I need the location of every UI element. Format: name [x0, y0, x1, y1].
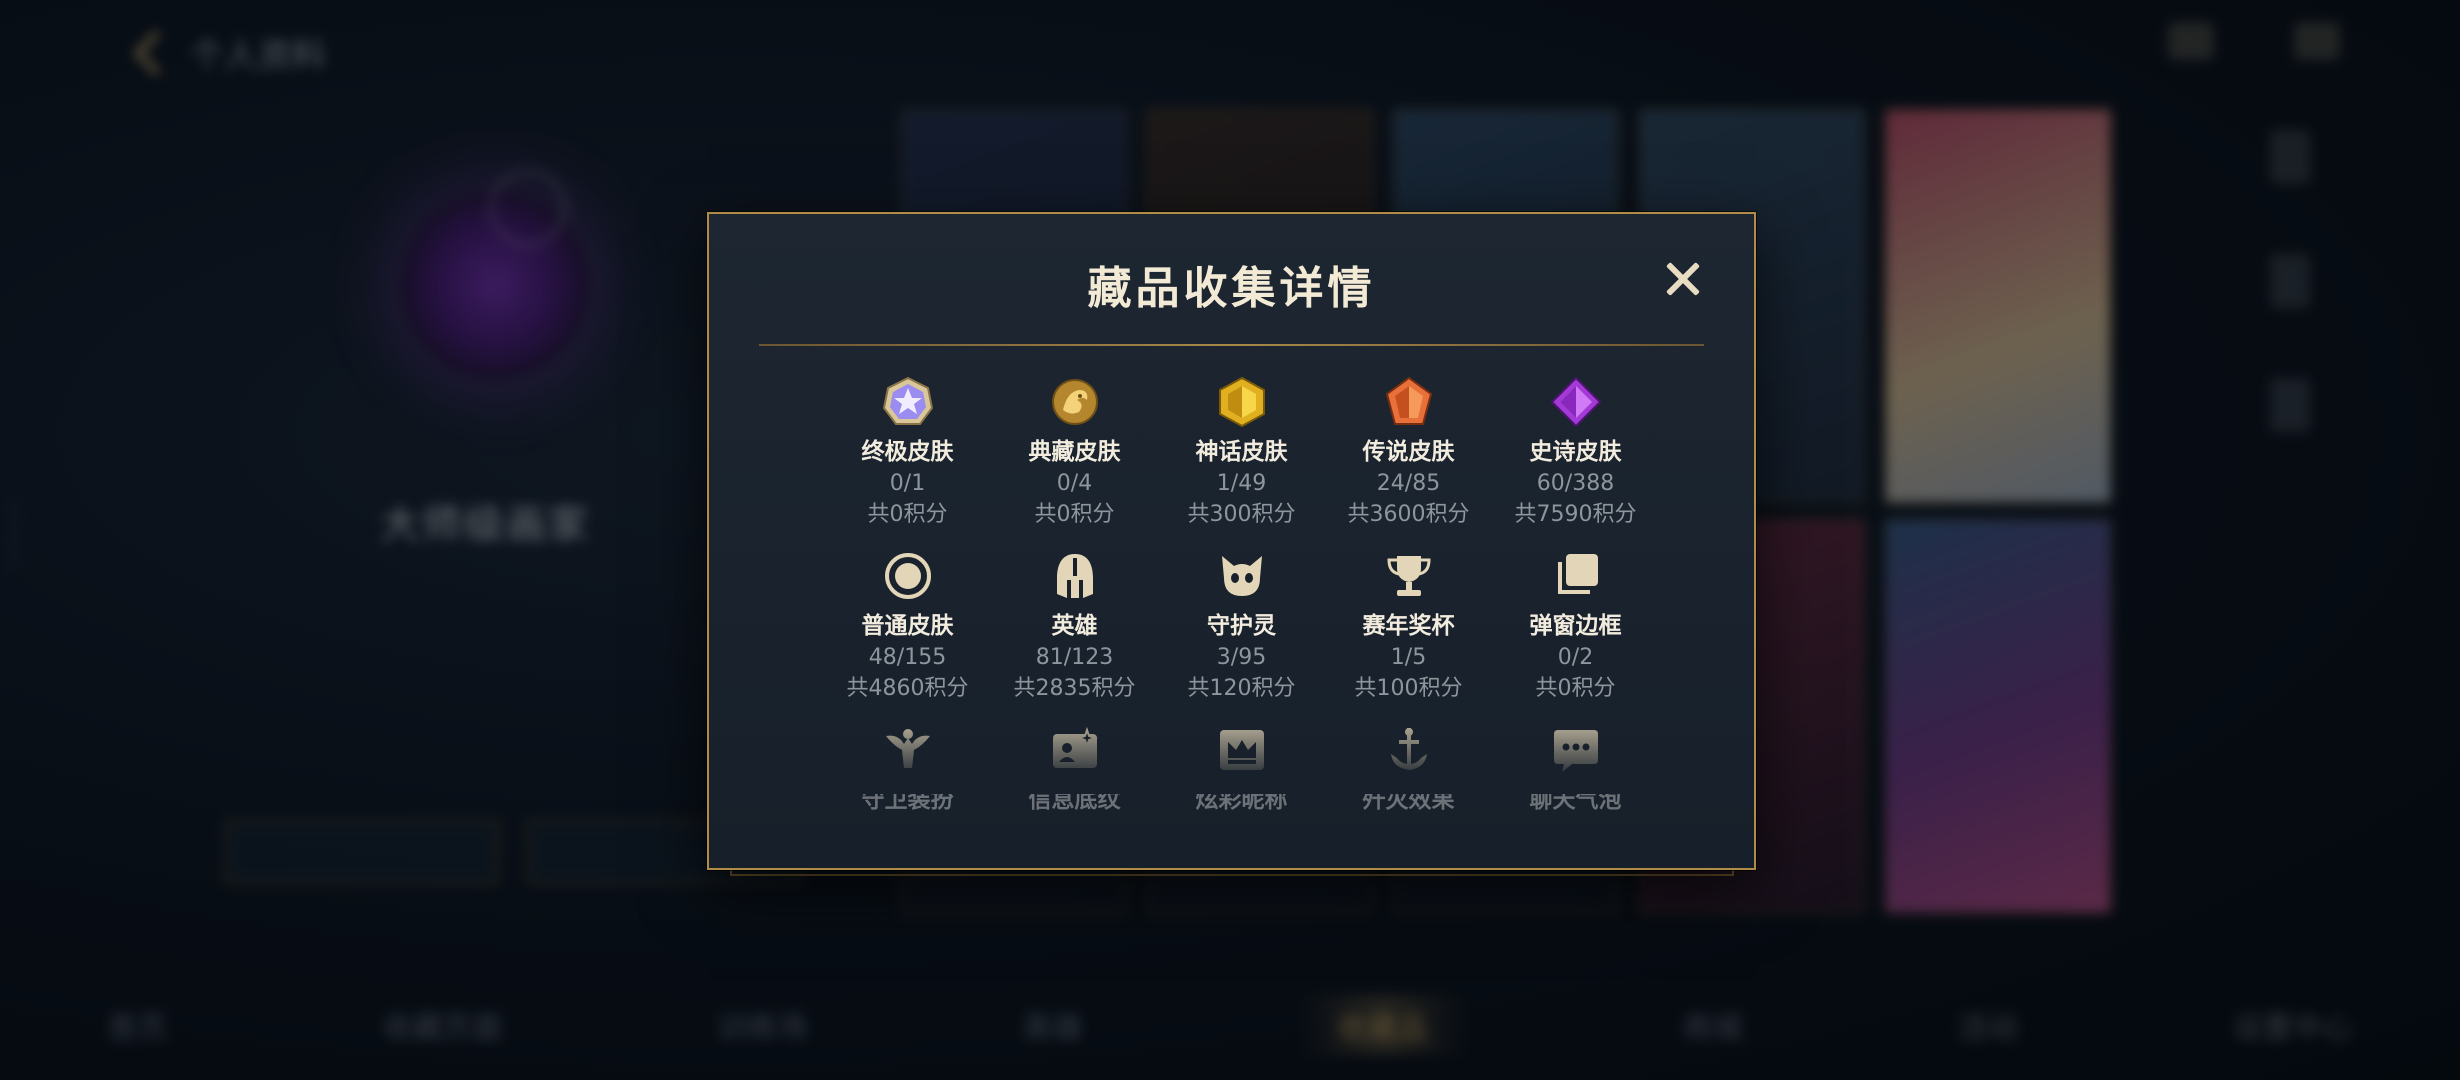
collection-item-treasure-skin[interactable]: 典藏皮肤 0/4 共0积分: [991, 374, 1158, 530]
item-name: 守护灵: [1207, 613, 1276, 639]
item-name: 赛年奖杯: [1362, 613, 1455, 639]
item-points: 共120积分: [1187, 676, 1296, 701]
collection-item-legendary-skin[interactable]: 传说皮肤 24/85 共3600积分: [1325, 374, 1492, 530]
collection-item-popup-frame[interactable]: 弹窗边框 0/2 共0积分: [1492, 548, 1659, 704]
item-count: 3/95: [1216, 645, 1267, 670]
item-points: 共3600积分: [1347, 502, 1470, 527]
ultimate-skin-icon: [880, 374, 936, 430]
close-icon[interactable]: [1660, 256, 1706, 302]
collection-details-modal: 藏品收集详情 终极皮肤 0/1 共0积分 典藏皮肤 0/4 共0积分 神话皮肤 …: [707, 212, 1756, 870]
item-points: 共7590积分: [1514, 502, 1637, 527]
title-divider: [759, 344, 1704, 346]
trophy-icon: [1381, 548, 1437, 604]
item-points: 共0积分: [867, 502, 948, 527]
item-points: 共300积分: [1187, 502, 1296, 527]
item-points: 共4860积分: [846, 676, 969, 701]
collection-item-epic-skin[interactable]: 史诗皮肤 60/388 共7590积分: [1492, 374, 1659, 530]
item-name: 神话皮肤: [1195, 439, 1288, 465]
item-count: 1/5: [1390, 645, 1427, 670]
item-name: 史诗皮肤: [1529, 439, 1622, 465]
item-count: 1/49: [1216, 471, 1267, 496]
mythic-skin-icon: [1214, 374, 1270, 430]
collection-item-ultimate-skin[interactable]: 终极皮肤 0/1 共0积分: [824, 374, 991, 530]
epic-skin-icon: [1548, 374, 1604, 430]
guardian-spirit-icon: [1214, 548, 1270, 604]
item-name: 普通皮肤: [861, 613, 954, 639]
item-name: 典藏皮肤: [1028, 439, 1121, 465]
collection-item-mythic-skin[interactable]: 神话皮肤 1/49 共300积分: [1158, 374, 1325, 530]
legendary-skin-icon: [1381, 374, 1437, 430]
hero-helmet-icon: [1047, 548, 1103, 604]
item-count: 0/1: [889, 471, 926, 496]
modal-title: 藏品收集详情: [1087, 263, 1376, 314]
item-points: 共0积分: [1535, 676, 1616, 701]
item-points: 共2835积分: [1013, 676, 1136, 701]
scroll-fade: [789, 714, 1674, 794]
item-count: 81/123: [1035, 645, 1114, 670]
item-count: 0/4: [1056, 471, 1093, 496]
normal-skin-icon: [880, 548, 936, 604]
item-points: 共100积分: [1354, 676, 1463, 701]
item-name: 弹窗边框: [1529, 613, 1622, 639]
item-name: 英雄: [1051, 613, 1098, 639]
popup-frame-icon: [1548, 548, 1604, 604]
item-name: 传说皮肤: [1362, 439, 1455, 465]
item-count: 60/388: [1536, 471, 1615, 496]
treasure-skin-icon: [1047, 374, 1103, 430]
item-points: 共0积分: [1034, 502, 1115, 527]
item-name: 终极皮肤: [861, 439, 954, 465]
item-count: 0/2: [1557, 645, 1594, 670]
collection-item-season-trophy[interactable]: 赛年奖杯 1/5 共100积分: [1325, 548, 1492, 704]
collection-item-guardian-spirit[interactable]: 守护灵 3/95 共120积分: [1158, 548, 1325, 704]
collection-item-normal-skin[interactable]: 普通皮肤 48/155 共4860积分: [824, 548, 991, 704]
item-count: 48/155: [868, 645, 947, 670]
item-count: 24/85: [1376, 471, 1441, 496]
collection-item-hero[interactable]: 英雄 81/123 共2835积分: [991, 548, 1158, 704]
